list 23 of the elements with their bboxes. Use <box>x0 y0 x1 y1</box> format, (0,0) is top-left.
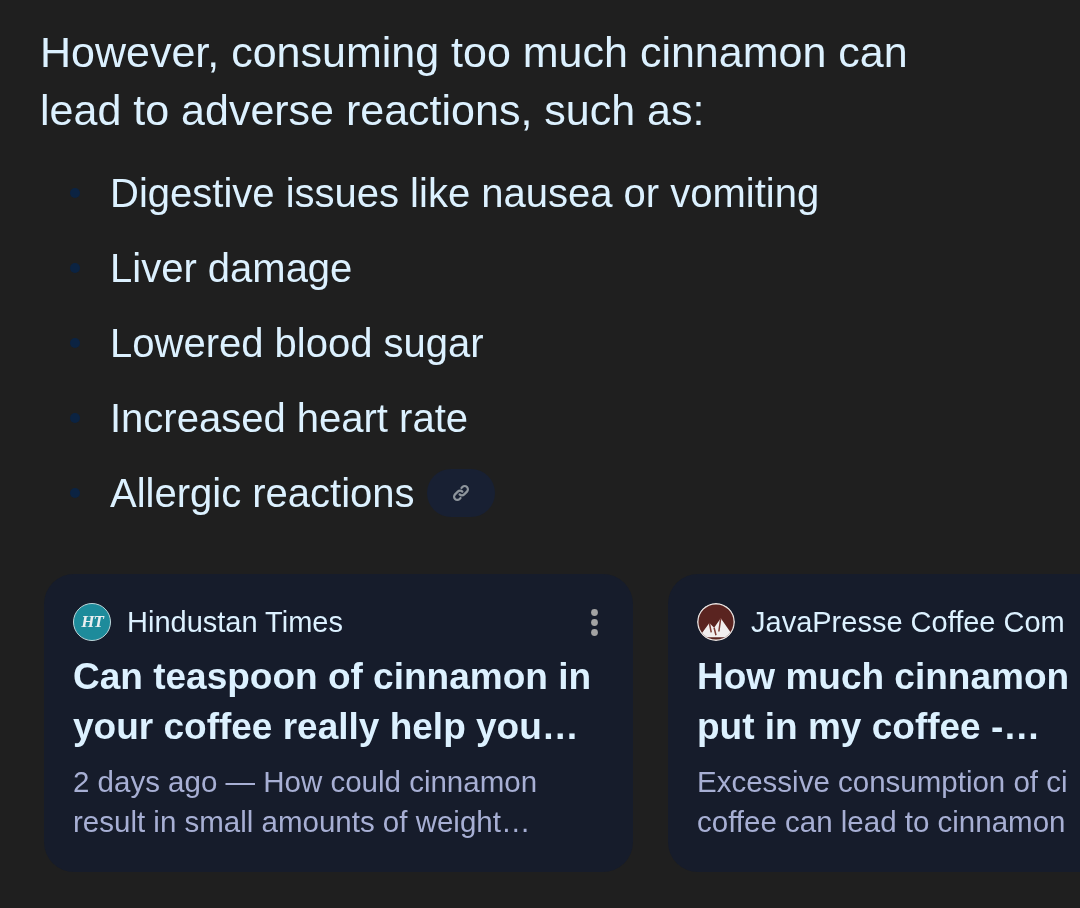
source-name: Hindustan Times <box>127 605 343 639</box>
answer-paragraph: However, consuming too much cinnamon can lead to adverse reactions, such as: <box>40 27 909 136</box>
article-title: How much cinnamon put in my coffee -… <box>697 655 1071 749</box>
more-options-icon[interactable] <box>591 608 598 636</box>
mountain-logo-icon <box>697 603 735 641</box>
list-item-text: Digestive issues like nausea or vomiting <box>110 169 820 216</box>
list-item-text: Allergic reactions <box>110 469 415 516</box>
list-item-text: Lowered blood sugar <box>110 319 484 366</box>
bullet-icon <box>70 487 80 498</box>
list-item-text: Liver damage <box>110 244 353 291</box>
bullet-icon <box>70 337 80 348</box>
bullet-icon <box>70 262 80 273</box>
news-card[interactable]: JavaPresse Coffee Com How much cinnamon put in my coffee -… Excessive consumption of ci coffee can lead to cinnamon <box>668 574 1080 872</box>
bullet-icon <box>70 187 80 198</box>
source-name: JavaPresse Coffee Com <box>751 605 1065 639</box>
link-button[interactable] <box>426 468 495 517</box>
bullet-icon <box>70 412 80 423</box>
article-snippet: 2 days ago — How could cinnamon result in small amounts of weight… <box>73 764 539 840</box>
article-snippet: Excessive consumption of ci coffee can lead to cinnamon <box>697 764 1069 840</box>
news-card[interactable]: HT Hindustan Times Can teaspoon of cinnamon in your coffee really help you… 2 days ago — How could cinnamon result in small amounts of weight… <box>44 574 633 872</box>
source-logo: HT <box>73 603 111 641</box>
article-title: Can teaspoon of cinnamon in your coffee really help you… <box>73 655 593 749</box>
list-item-text: Increased heart rate <box>110 394 468 441</box>
